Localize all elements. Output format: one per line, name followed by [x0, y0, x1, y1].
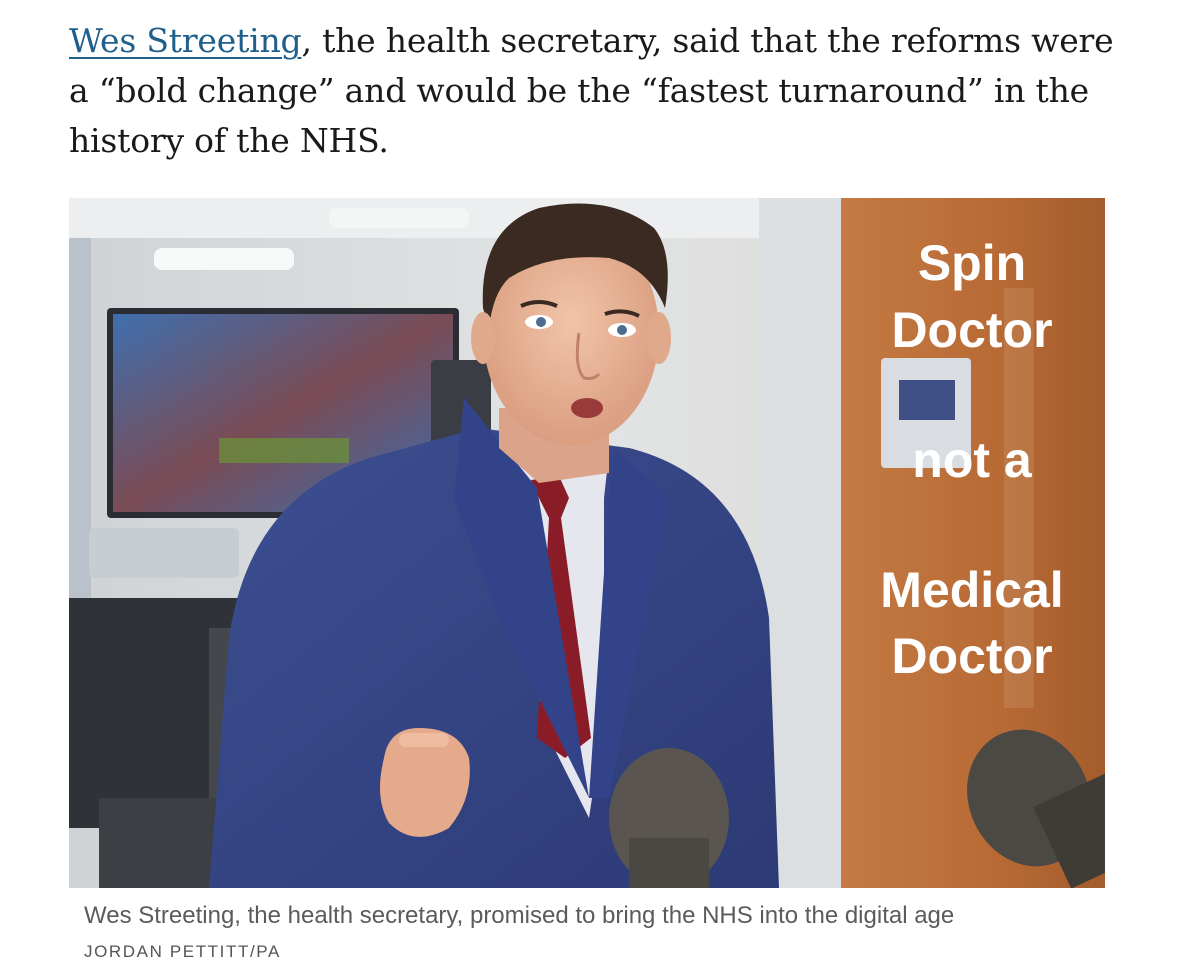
photo-credit: JORDAN PETTITT/PA: [84, 942, 281, 961]
overlay-text-line-2: Doctor: [891, 302, 1052, 358]
article-paragraph: Wes Streeting, the health secretary, sai…: [69, 16, 1129, 166]
article-photo: Spin Doctor not a Medical Doctor: [69, 198, 1105, 888]
photo-caption: Wes Streeting, the health secretary, pro…: [84, 902, 955, 929]
wes-streeting-link[interactable]: Wes Streeting: [69, 21, 302, 60]
overlay-text-line-1: Spin: [918, 235, 1026, 291]
overlay-text-line-5: Doctor: [891, 628, 1052, 684]
overlay-text-line-3: not a: [912, 432, 1033, 488]
overlay-text-line-4: Medical: [880, 562, 1063, 618]
